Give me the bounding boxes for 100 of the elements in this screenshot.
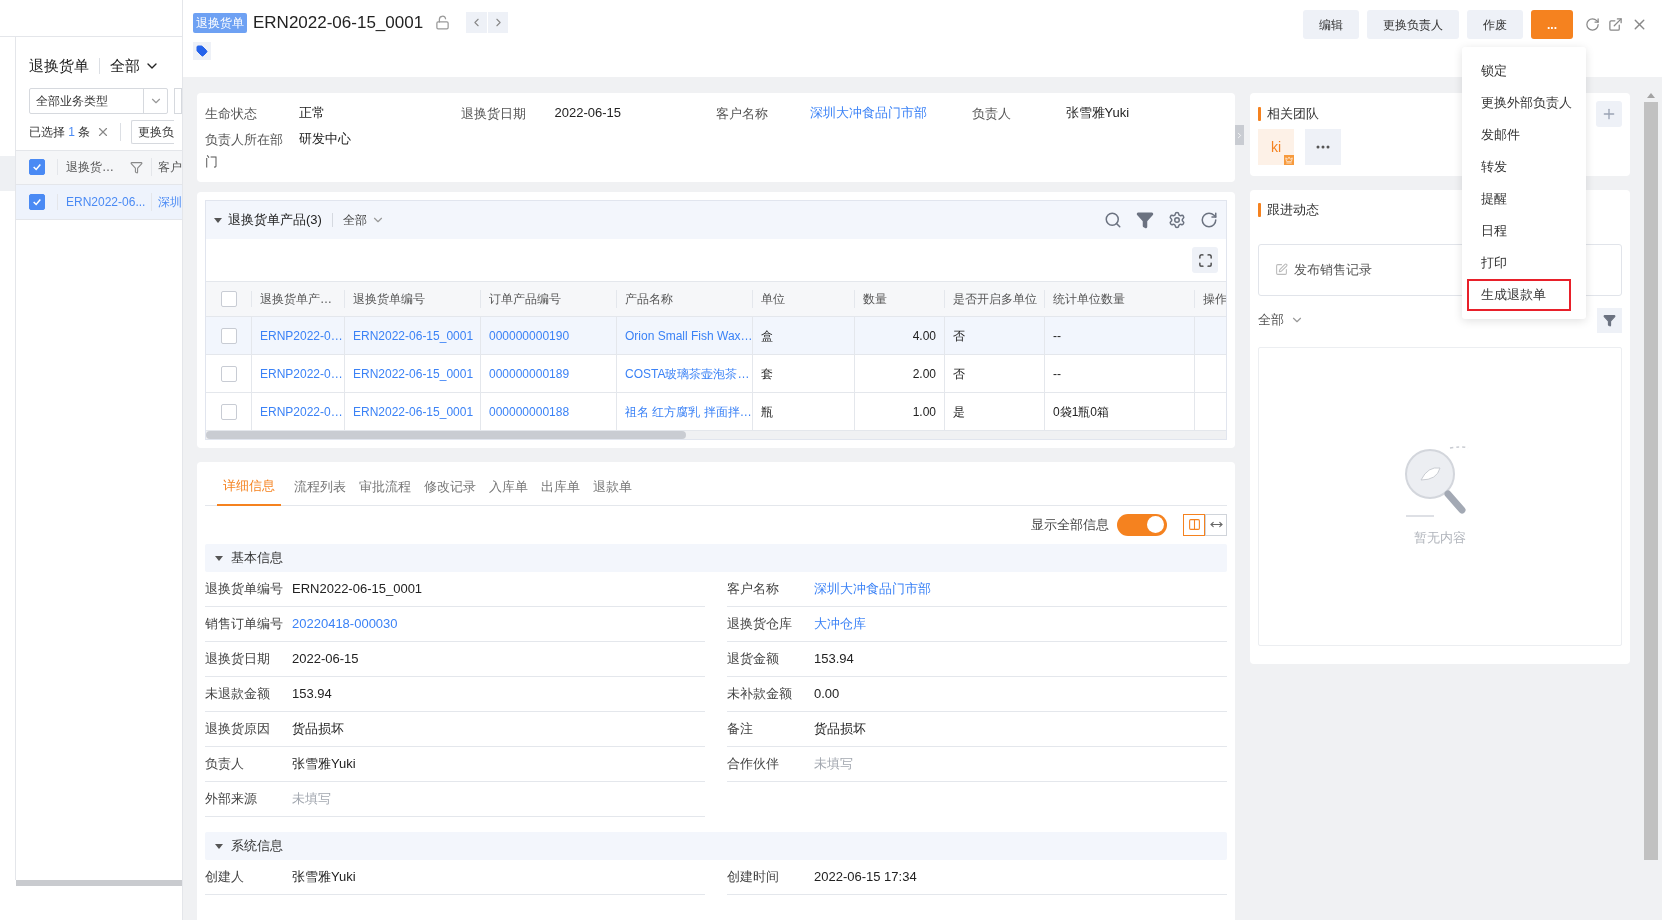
tab[interactable]: 入库单 bbox=[489, 470, 528, 505]
link-cell[interactable]: 000000000189 bbox=[489, 364, 570, 383]
list-row[interactable]: ERN2022-06... 深圳 bbox=[16, 184, 182, 220]
filter-icon[interactable] bbox=[130, 160, 143, 174]
tag-button[interactable] bbox=[193, 41, 211, 60]
caret-down-icon bbox=[215, 841, 223, 850]
one-column-button[interactable] bbox=[1205, 513, 1227, 536]
menu-item[interactable]: 转发 bbox=[1467, 151, 1571, 183]
link-cell[interactable]: ERNP2022-0… bbox=[260, 402, 343, 421]
value-link[interactable]: 深圳大冲食品门市部 bbox=[814, 578, 931, 599]
product-row[interactable]: ERNP2022-0… ERN2022-06-15_0001 000000000189 COSTA玻璃茶壶泡茶… 套 2.00 否 -- bbox=[206, 355, 1226, 393]
menu-item[interactable]: 提醒 bbox=[1467, 183, 1571, 215]
business-type-select[interactable]: 全部业务类型 bbox=[29, 87, 169, 114]
checkbox[interactable] bbox=[28, 159, 45, 175]
field-value: 研发中心 bbox=[299, 130, 351, 148]
tab[interactable]: 退款单 bbox=[593, 470, 632, 505]
link-cell[interactable]: 000000000190 bbox=[489, 326, 570, 345]
field-value: 张雪雅Yuki bbox=[1065, 104, 1130, 122]
tab[interactable]: 修改记录 bbox=[424, 470, 476, 505]
filter-dropdown[interactable]: 全部 bbox=[1258, 310, 1304, 330]
column-header: 退换货单编号 bbox=[345, 290, 481, 308]
filter-icon[interactable] bbox=[1136, 211, 1154, 229]
next-button[interactable] bbox=[487, 12, 509, 34]
product-row[interactable]: ERNP2022-0… ERN2022-06-15_0001 000000000190 Orion Small Fish Wax… 盒 4.00 否 -- bbox=[206, 317, 1226, 355]
check-icon bbox=[31, 162, 42, 172]
menu-item[interactable]: 锁定 bbox=[1467, 55, 1571, 87]
link-cell[interactable]: Orion Small Fish Wax… bbox=[625, 326, 753, 345]
empty-text: 暂无内容 bbox=[1414, 529, 1466, 548]
checkbox[interactable] bbox=[220, 403, 237, 420]
field-label: 销售订单编号 bbox=[205, 614, 284, 633]
scroll-up-icon[interactable] bbox=[1647, 93, 1655, 98]
checkbox[interactable] bbox=[220, 291, 237, 307]
checkbox[interactable] bbox=[220, 327, 237, 344]
menu-item[interactable]: 打印 bbox=[1467, 247, 1571, 279]
field-value: 2022-06-15 bbox=[554, 104, 621, 122]
link-cell[interactable]: 000000000188 bbox=[489, 402, 570, 421]
settings-icon[interactable] bbox=[1168, 211, 1186, 229]
link-cell[interactable]: ERNP2022-0… bbox=[260, 326, 343, 345]
lock-icon[interactable] bbox=[435, 15, 451, 31]
value-link[interactable]: 大冲仓库 bbox=[814, 613, 866, 634]
tab[interactable]: 流程列表 bbox=[294, 470, 346, 505]
tag-icon bbox=[196, 44, 208, 57]
menu-item[interactable]: 发邮件 bbox=[1467, 119, 1571, 151]
fullscreen-button[interactable] bbox=[1192, 247, 1218, 273]
section-header[interactable]: 系统信息 bbox=[205, 831, 1227, 860]
chevron-right-icon bbox=[1235, 130, 1244, 140]
link-cell[interactable]: ERN2022-06-15_0001 bbox=[353, 402, 474, 421]
field-value: 货品损坏 bbox=[814, 719, 866, 738]
record-type-tag: 退换货单 bbox=[193, 12, 247, 33]
value-link[interactable]: 深圳大冲食品门市部 bbox=[810, 103, 927, 123]
batch-button[interactable]: 更换负 bbox=[131, 119, 175, 144]
table-cell-text: 4.00 bbox=[912, 327, 936, 345]
link-cell[interactable]: COSTA玻璃茶壶泡茶… bbox=[625, 364, 750, 383]
column-header: 退换货单产… bbox=[252, 290, 345, 308]
more-button[interactable]: ... bbox=[1531, 10, 1573, 39]
record-title: ERN2022-06-15_0001 bbox=[253, 12, 424, 34]
action-button[interactable]: 作废 bbox=[1467, 10, 1523, 39]
table-cell: ERN2022-06... bbox=[58, 192, 152, 211]
show-all-toggle[interactable] bbox=[1117, 513, 1167, 536]
refresh-icon[interactable] bbox=[1200, 211, 1218, 229]
action-button[interactable]: 编辑 bbox=[1303, 10, 1359, 39]
link-cell[interactable]: ERN2022-06-15_0001 bbox=[353, 326, 474, 345]
field-label: 生命状态 bbox=[205, 105, 258, 123]
horizontal-scrollbar-thumb[interactable] bbox=[206, 431, 686, 439]
field-value: ERN2022-06-15_0001 bbox=[292, 579, 423, 598]
table-cell-text: -- bbox=[1053, 365, 1061, 383]
action-button[interactable]: 更换负责人 bbox=[1367, 10, 1459, 39]
checkbox[interactable] bbox=[220, 365, 237, 382]
refresh-icon[interactable] bbox=[1585, 17, 1600, 32]
tab[interactable]: 审批流程 bbox=[359, 470, 411, 505]
previous-button[interactable] bbox=[466, 12, 488, 34]
product-row[interactable]: ERNP2022-0… ERN2022-06-15_0001 000000000188 祖名 红方腐乳 拌面拌… 瓶 1.00 是 0袋1瓶0箱 bbox=[206, 393, 1226, 431]
checkbox[interactable] bbox=[28, 193, 45, 210]
value-link[interactable]: 20220418-000030 bbox=[292, 613, 398, 634]
caret-down-icon[interactable] bbox=[214, 216, 222, 224]
table-cell-text: 否 bbox=[953, 327, 965, 345]
link-cell[interactable]: ERNP2022-0… bbox=[260, 364, 343, 383]
column-header: 操作 bbox=[1195, 290, 1226, 308]
add-button[interactable] bbox=[1596, 101, 1622, 127]
filter-dropdown[interactable]: 全部 bbox=[342, 211, 385, 229]
link-cell[interactable]: ERN2022-06-15_0001 bbox=[353, 364, 474, 383]
column-header: 统计单位数量 bbox=[1045, 290, 1195, 308]
select-field-edge[interactable] bbox=[174, 87, 182, 114]
search-icon[interactable] bbox=[1104, 211, 1122, 229]
field-label: 客户名称 bbox=[727, 579, 780, 598]
more-members-button[interactable] bbox=[1305, 129, 1341, 165]
menu-item[interactable]: 更换外部负责人 bbox=[1467, 87, 1571, 119]
section-header[interactable]: 基本信息 bbox=[205, 543, 1227, 572]
link-cell[interactable]: 祖名 红方腐乳 拌面拌… bbox=[625, 402, 752, 421]
panel-title: 相关团队 bbox=[1267, 105, 1319, 124]
filter-button[interactable] bbox=[1597, 307, 1622, 333]
list-title: 退换货单 bbox=[29, 56, 89, 76]
menu-item[interactable]: 生成退款单 bbox=[1467, 279, 1571, 311]
scrollbar-thumb[interactable] bbox=[1644, 102, 1658, 860]
popout-icon[interactable] bbox=[1608, 17, 1623, 32]
tab[interactable]: 出库单 bbox=[541, 470, 580, 505]
tab[interactable]: 详细信息 bbox=[217, 470, 281, 506]
view-dropdown[interactable]: 全部 bbox=[110, 55, 160, 78]
collapse-handle[interactable] bbox=[1235, 125, 1244, 145]
two-column-button[interactable] bbox=[1183, 513, 1205, 536]
